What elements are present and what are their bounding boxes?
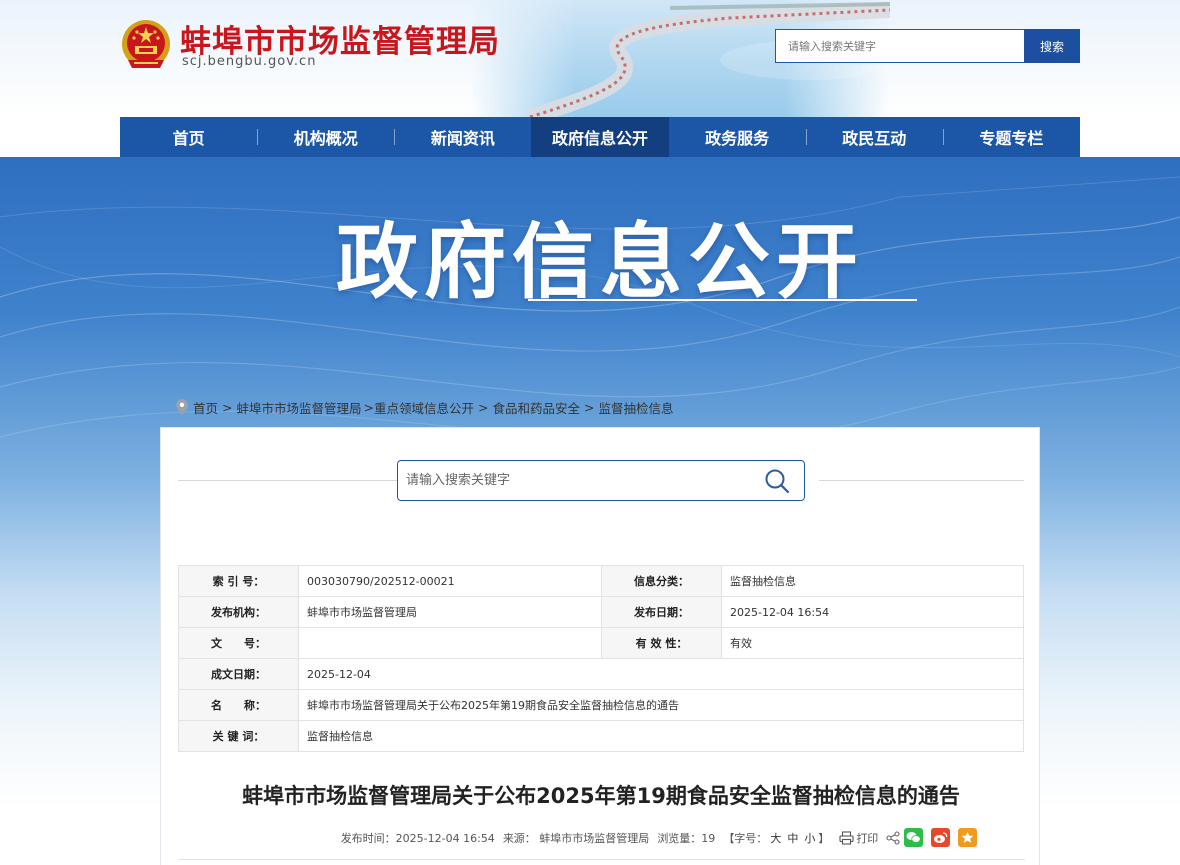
index-value: 003030790/202512-00021: [298, 565, 602, 597]
breadcrumb-key-areas[interactable]: 重点领域信息公开: [374, 398, 474, 417]
article-info-bar: 发布时间：2025-12-04 16:54 来源： 蚌埠市市场监督管理局 浏览量…: [161, 828, 1041, 847]
nav-item-news[interactable]: 新闻资讯: [394, 117, 531, 157]
search-divider-left: [178, 480, 397, 481]
keyword-label: 关 键 词：: [178, 720, 299, 752]
publish-time: 发布时间：2025-12-04 16:54: [340, 831, 495, 845]
header-search-input[interactable]: [775, 29, 1024, 63]
breadcrumb-inspection[interactable]: 监督抽检信息: [599, 398, 674, 417]
table-row: 关 键 词： 监督抽检信息: [178, 720, 1024, 752]
breadcrumb-separator: >: [222, 399, 233, 415]
font-size-open: 【字号：: [723, 831, 768, 845]
document-metadata-table: 索 引 号： 003030790/202512-00021 信息分类： 监督抽检…: [178, 565, 1024, 752]
name-label: 名 称：: [178, 689, 299, 721]
share-icon[interactable]: [886, 830, 900, 845]
nav-item-services[interactable]: 政务服务: [669, 117, 806, 157]
printer-icon: [839, 830, 854, 845]
breadcrumb-separator: >: [363, 399, 374, 415]
header-search-button[interactable]: 搜索: [1024, 29, 1080, 63]
validity-label: 有 效 性：: [601, 627, 722, 659]
view-count: 浏览量：19: [657, 831, 716, 845]
table-row: 文 号： 有 效 性： 有效: [178, 627, 1024, 659]
font-size-large[interactable]: 大: [770, 830, 781, 846]
main-nav: 首页 机构概况 新闻资讯 政府信息公开 政务服务 政民互动 专题专栏: [120, 117, 1080, 157]
breadcrumb-food-drug[interactable]: 食品和药品安全: [493, 398, 581, 417]
nav-item-home[interactable]: 首页: [120, 117, 257, 157]
nav-item-interaction[interactable]: 政民互动: [805, 117, 943, 157]
breadcrumb-separator: >: [584, 399, 595, 415]
site-header: 蚌埠市市场监督管理局 scj.bengbu.gov.cn 搜索: [0, 0, 1180, 117]
nav-item-organization[interactable]: 机构概况: [257, 117, 394, 157]
print-label: 打印: [856, 831, 879, 845]
site-domain: scj.bengbu.gov.cn: [182, 54, 317, 69]
favorite-star-icon[interactable]: [958, 828, 978, 847]
nav-item-topics[interactable]: 专题专栏: [942, 117, 1080, 157]
keyword-value: 监督抽检信息: [298, 720, 1024, 752]
breadcrumb: 首页 > 蚌埠市市场监督管理局 > 重点领域信息公开 > 食品和药品安全 > 监…: [175, 397, 674, 417]
article-divider: [179, 859, 1025, 860]
created-date-value: 2025-12-04: [298, 658, 1024, 690]
nav-item-gov-info[interactable]: 政府信息公开: [531, 117, 669, 157]
search-divider-right: [819, 480, 1024, 481]
article-title: 蚌埠市市场监督管理局关于公布2025年第19期食品安全监督抽检信息的通告: [242, 784, 960, 808]
weibo-share-icon[interactable]: [931, 828, 951, 847]
publish-date-value: 2025-12-04 16:54: [721, 596, 1024, 628]
wechat-share-icon[interactable]: [904, 828, 924, 847]
content-panel: 索 引 号： 003030790/202512-00021 信息分类： 监督抽检…: [160, 427, 1040, 865]
national-emblem-icon: [122, 20, 170, 68]
index-label: 索 引 号：: [178, 565, 299, 597]
share-bar: [886, 828, 981, 847]
article-source: 来源： 蚌埠市市场监督管理局: [502, 831, 650, 845]
publisher-value: 蚌埠市市场监督管理局: [298, 596, 602, 628]
name-value: 蚌埠市市场监督管理局关于公布2025年第19期食品安全监督抽检信息的通告: [298, 689, 1024, 721]
table-row: 发布机构： 蚌埠市市场监督管理局 发布日期： 2025-12-04 16:54: [178, 596, 1024, 628]
breadcrumb-home[interactable]: 首页: [193, 398, 218, 417]
font-size-medium[interactable]: 中: [787, 830, 798, 846]
banner-underline: [528, 299, 917, 301]
table-row: 成文日期： 2025-12-04: [178, 658, 1024, 690]
search-icon[interactable]: [764, 468, 790, 494]
content-search: [397, 460, 805, 501]
doc-number-value: [298, 627, 602, 659]
banner-title: 政府信息公开: [335, 215, 864, 310]
print-button[interactable]: 打印: [839, 830, 878, 846]
header-search: 搜索: [775, 29, 1080, 63]
created-date-label: 成文日期：: [178, 658, 299, 690]
breadcrumb-separator: >: [478, 399, 489, 415]
publish-date-label: 发布日期：: [601, 596, 722, 628]
publisher-label: 发布机构：: [178, 596, 299, 628]
content-search-input[interactable]: [398, 461, 764, 500]
font-size-close: 】: [818, 831, 830, 845]
category-value: 监督抽检信息: [721, 565, 1024, 597]
breadcrumb-bureau[interactable]: 蚌埠市市场监督管理局: [237, 398, 362, 417]
font-size-small[interactable]: 小: [804, 830, 815, 846]
location-pin-icon: [176, 399, 188, 415]
validity-value: 有效: [721, 627, 1024, 659]
category-label: 信息分类：: [601, 565, 722, 597]
doc-number-label: 文 号：: [178, 627, 299, 659]
table-row: 索 引 号： 003030790/202512-00021 信息分类： 监督抽检…: [178, 565, 1024, 597]
table-row: 名 称： 蚌埠市市场监督管理局关于公布2025年第19期食品安全监督抽检信息的通…: [178, 689, 1024, 721]
